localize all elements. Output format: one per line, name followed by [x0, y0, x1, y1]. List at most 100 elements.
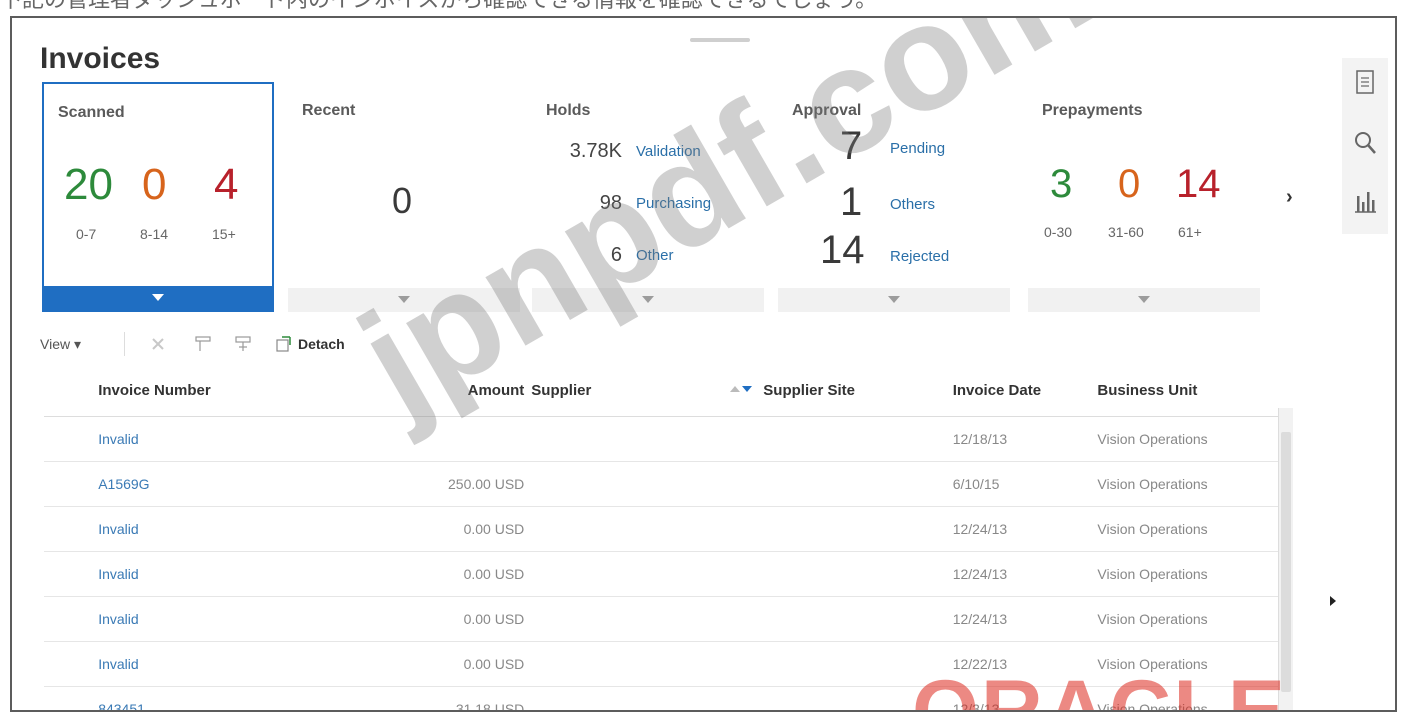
supplier-cell: [530, 551, 763, 597]
business-unit-cell: Vision Operations: [1096, 506, 1269, 552]
invoices-table: Invoice Number Amount Supplier Supplier …: [44, 364, 1288, 710]
business-unit-cell: Vision Operations: [1096, 416, 1269, 462]
scanned-count-0-7[interactable]: 20: [64, 160, 113, 210]
invoice-number-cell[interactable]: 843451: [97, 686, 313, 710]
supplier-cell: [530, 596, 763, 642]
invoice-date-cell: 12/18/13: [951, 416, 1097, 462]
document-icon[interactable]: [1352, 68, 1378, 98]
holds-purchasing-count[interactable]: 98: [542, 192, 622, 215]
view-menu[interactable]: View ▾: [40, 336, 81, 353]
chart-icon[interactable]: [1352, 186, 1378, 216]
invoice-number-cell[interactable]: Invalid: [97, 551, 313, 597]
invoice-number-cell[interactable]: Invalid: [97, 416, 313, 462]
row-selector-header: [44, 364, 98, 417]
approval-pending-count[interactable]: 7: [840, 124, 862, 169]
holds-other-count[interactable]: 6: [542, 244, 622, 267]
prepayments-range-31-60: 31-60: [1108, 224, 1144, 240]
invoice-number-cell[interactable]: Invalid: [97, 596, 313, 642]
right-tool-panel: [1342, 58, 1388, 234]
tile-holds[interactable]: Holds 3.78K Validation 98 Purchasing 6 O…: [532, 82, 764, 312]
amount-cell: 0.00 USD: [312, 551, 531, 597]
amount-cell: 0.00 USD: [312, 641, 531, 687]
invoice-number-cell[interactable]: Invalid: [97, 641, 313, 687]
resize-grip[interactable]: [690, 38, 750, 42]
col-invoice-date[interactable]: Invoice Date: [951, 364, 1097, 417]
business-unit-cell: Vision Operations: [1096, 551, 1269, 597]
col-invoice-number[interactable]: Invoice Number: [97, 364, 313, 417]
tile-approval-expand[interactable]: [778, 288, 1010, 312]
row-selector[interactable]: [44, 416, 98, 462]
scanned-range-15-plus: 15+: [212, 226, 236, 242]
detach-icon[interactable]: [274, 335, 292, 353]
freeze-icon[interactable]: [194, 335, 212, 353]
invoice-number-cell[interactable]: A1569G: [97, 461, 313, 507]
row-selector[interactable]: [44, 551, 98, 597]
search-icon[interactable]: [1352, 128, 1378, 158]
row-selector[interactable]: [44, 641, 98, 687]
chevron-right-icon[interactable]: ›: [1286, 186, 1293, 209]
scanned-count-15-plus[interactable]: 4: [214, 160, 238, 210]
tile-scanned[interactable]: Scanned 20 0 4 0-7 8-14 15+: [42, 82, 274, 312]
chevron-down-icon: [642, 296, 654, 303]
prepayments-count-0-30[interactable]: 3: [1050, 162, 1072, 207]
business-unit-cell: Vision Operations: [1096, 461, 1269, 507]
toolbar-divider: [124, 332, 125, 356]
row-selector[interactable]: [44, 461, 98, 507]
panel-expand-handle[interactable]: [1330, 596, 1336, 606]
approval-others-count[interactable]: 1: [840, 180, 862, 225]
chevron-down-icon: [1138, 296, 1150, 303]
approval-others-link[interactable]: Others: [890, 196, 935, 213]
table-row[interactable]: Invalid 0.00 USD 12/24/13 Vision Operati…: [44, 551, 1288, 597]
tile-holds-expand[interactable]: [532, 288, 764, 312]
scanned-count-8-14[interactable]: 0: [142, 160, 166, 210]
holds-validation-count[interactable]: 3.78K: [542, 140, 622, 163]
approval-rejected-link[interactable]: Rejected: [890, 248, 949, 265]
row-selector[interactable]: [44, 596, 98, 642]
table-row[interactable]: Invalid 0.00 USD 12/24/13 Vision Operati…: [44, 596, 1288, 642]
tile-scanned-title: Scanned: [58, 104, 125, 121]
tile-recent-expand[interactable]: [288, 288, 520, 312]
approval-rejected-count[interactable]: 14: [820, 228, 865, 273]
prepayments-count-31-60[interactable]: 0: [1118, 162, 1140, 207]
page-caption: 下記の管理者ダッシュボード内のインボイスから確認できる情報を確認できるでしょう。: [0, 0, 1409, 14]
detach-button[interactable]: Detach: [298, 336, 345, 352]
invoice-number-cell[interactable]: Invalid: [97, 506, 313, 552]
tile-prepayments-title: Prepayments: [1042, 102, 1143, 119]
table-header-row: Invoice Number Amount Supplier Supplier …: [44, 364, 1288, 417]
col-supplier-label: Supplier: [531, 381, 592, 399]
scrollbar-thumb[interactable]: [1281, 432, 1291, 692]
prepayments-count-61-plus[interactable]: 14: [1176, 162, 1221, 207]
invoice-date-cell: 12/24/13: [951, 551, 1097, 597]
tile-scanned-expand[interactable]: [44, 286, 272, 310]
page-title: Invoices: [40, 42, 161, 75]
holds-validation-link[interactable]: Validation: [636, 143, 701, 160]
holds-other-link[interactable]: Other: [636, 247, 674, 264]
invoices-dashboard: Invoices Scanned 20 0 4 0-7 8-14 15+ Rec…: [10, 16, 1397, 712]
col-supplier-site[interactable]: Supplier Site: [762, 364, 952, 417]
sort-icon[interactable]: [728, 384, 754, 394]
tile-recent[interactable]: Recent 0: [288, 82, 520, 312]
supplier-site-cell: [762, 506, 952, 552]
table-row[interactable]: Invalid 0.00 USD 12/24/13 Vision Operati…: [44, 506, 1288, 552]
col-amount[interactable]: Amount: [312, 364, 531, 417]
wrap-icon[interactable]: [234, 335, 252, 353]
row-selector[interactable]: [44, 686, 98, 710]
col-business-unit[interactable]: Business Unit: [1096, 364, 1269, 417]
tile-prepayments[interactable]: Prepayments 3 0 14 0-30 31-60 61+: [1028, 82, 1260, 312]
tile-holds-title: Holds: [546, 102, 591, 119]
amount-cell: 0.00 USD: [312, 506, 531, 552]
table-row[interactable]: A1569G 250.00 USD 6/10/15 Vision Operati…: [44, 461, 1288, 507]
col-supplier[interactable]: Supplier: [530, 364, 763, 417]
tile-approval[interactable]: Approval 7 Pending 1 Others 14 Rejected: [778, 82, 1010, 312]
tile-recent-title: Recent: [302, 102, 356, 119]
approval-pending-link[interactable]: Pending: [890, 140, 945, 157]
table-toolbar: View ▾ Detach: [40, 330, 1300, 360]
holds-purchasing-link[interactable]: Purchasing: [636, 195, 711, 212]
row-selector[interactable]: [44, 506, 98, 552]
oracle-logo: ORACLE: [912, 663, 1288, 712]
tile-prepayments-expand[interactable]: [1028, 288, 1260, 312]
invoice-date-cell: 6/10/15: [951, 461, 1097, 507]
delete-icon[interactable]: [150, 336, 166, 352]
recent-count[interactable]: 0: [392, 180, 412, 222]
table-row[interactable]: Invalid 12/18/13 Vision Operations: [44, 416, 1288, 462]
